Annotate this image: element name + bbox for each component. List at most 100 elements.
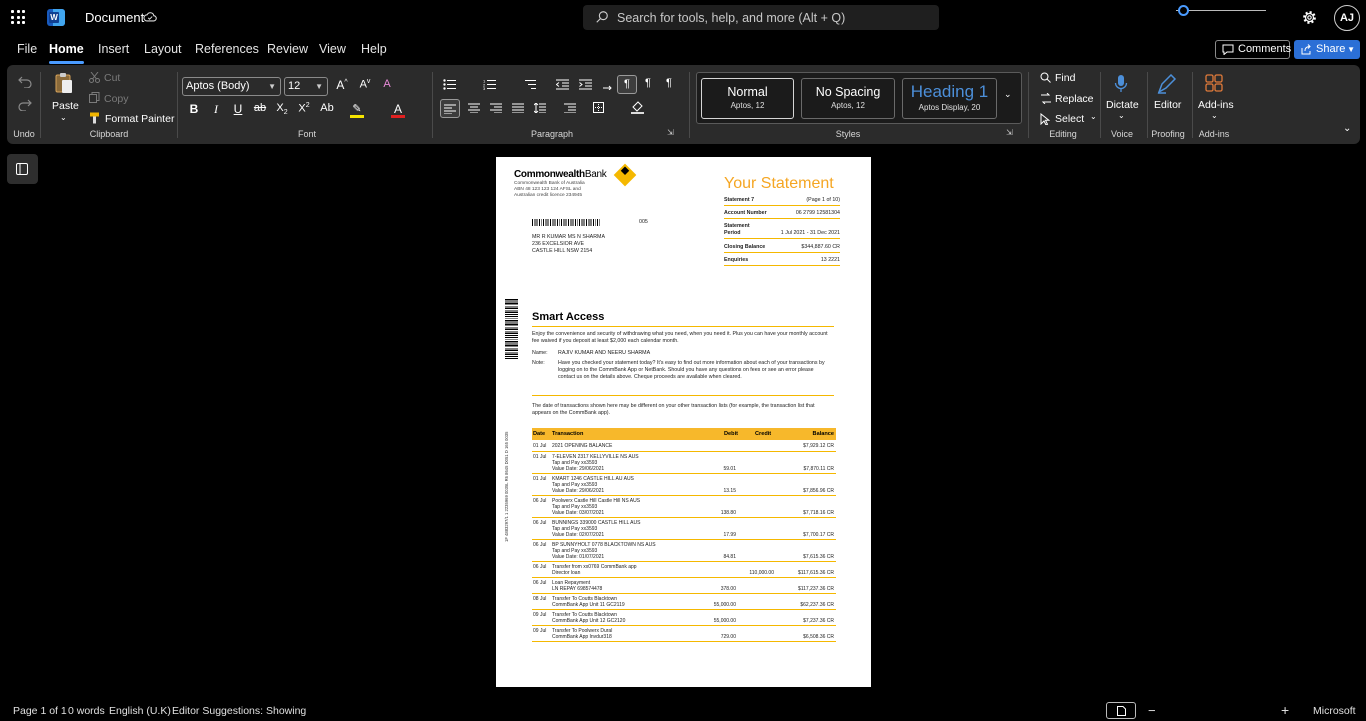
styles-dialog-launcher-icon[interactable]: ⇲	[1006, 128, 1013, 137]
style-normal[interactable]: Normal Aptos, 12	[701, 78, 794, 119]
pilcrow-icon[interactable]: ¶	[666, 77, 672, 89]
tab-review[interactable]: Review	[267, 42, 308, 56]
zoom-out-button[interactable]: −	[1148, 703, 1156, 718]
add-ins-icon[interactable]	[1205, 74, 1223, 92]
table-row: 01 Jul 7-ELEVEN 2317 KELLYVILLE NS AUS T…	[532, 452, 836, 474]
font-size-select[interactable]: 12 ▼	[284, 77, 328, 96]
style-no-spacing[interactable]: No Spacing Aptos, 12	[801, 78, 895, 119]
styles-group-label: Styles	[835, 129, 861, 139]
tab-home[interactable]: Home	[49, 42, 84, 64]
underline-icon[interactable]: U	[231, 102, 245, 116]
col-credit: Credit	[755, 431, 772, 437]
share-button[interactable]: Share ▼	[1294, 40, 1360, 59]
redo-icon[interactable]	[18, 99, 32, 111]
subscript-icon[interactable]: X2	[275, 102, 289, 116]
superscript-icon[interactable]: X2	[297, 102, 311, 115]
styles-expand-icon[interactable]: ⌄	[1004, 89, 1012, 100]
search-input[interactable]	[617, 5, 927, 30]
grow-font-icon[interactable]: A^	[335, 78, 349, 92]
bold-icon[interactable]: B	[187, 102, 201, 116]
shading-icon[interactable]	[631, 101, 644, 114]
align-right-icon[interactable]	[490, 103, 502, 113]
borders-icon[interactable]	[593, 102, 604, 113]
gear-icon[interactable]	[1301, 9, 1318, 26]
comments-button[interactable]: Comments	[1215, 40, 1291, 59]
avatar[interactable]: AJ	[1334, 5, 1360, 31]
tab-references[interactable]: References	[195, 42, 259, 56]
vertical-barcode	[505, 299, 518, 359]
paragraph-dialog-launcher-icon[interactable]: ⇲	[667, 128, 674, 137]
font-color-icon[interactable]: A	[391, 102, 405, 118]
document-title[interactable]: Document	[85, 10, 144, 25]
style-font: Aptos Display, 20	[918, 103, 981, 112]
navigation-pane-button[interactable]	[7, 154, 38, 184]
microphone-icon[interactable]	[1114, 74, 1128, 94]
select-button[interactable]: Select	[1055, 113, 1084, 125]
show-marks-icon[interactable]: ¶	[617, 75, 637, 94]
search-box[interactable]	[583, 5, 939, 30]
row-credit: 110,000.00	[749, 570, 774, 576]
share-label: Share	[1316, 43, 1346, 55]
numbering-icon[interactable]: 123	[483, 79, 496, 90]
paragraph-spacing-icon[interactable]	[564, 103, 576, 113]
line-spacing-icon[interactable]	[534, 103, 546, 113]
page-view-button[interactable]	[1106, 702, 1136, 719]
decrease-indent-icon[interactable]	[556, 79, 569, 90]
word-icon: W	[47, 9, 65, 26]
zoom-in-button[interactable]: +	[1281, 702, 1289, 718]
app-launcher-icon[interactable]	[11, 10, 25, 24]
zoom-slider-track[interactable]	[1176, 10, 1266, 11]
undo-icon[interactable]	[18, 76, 32, 88]
row-desc: Value Date: 02/07/2021	[552, 532, 605, 538]
dictate-button[interactable]: Dictate	[1106, 99, 1139, 111]
table-row: 06 Jul BP SUNNYHOLT 0778 BLACKTOWN NS AU…	[532, 540, 836, 562]
word-count[interactable]: 0 words	[68, 705, 105, 717]
paste-button[interactable]: Paste	[52, 100, 79, 112]
cut-button[interactable]: Cut	[104, 72, 120, 84]
language-indicator[interactable]: English (U.K)	[109, 705, 171, 717]
italic-icon[interactable]: I	[209, 102, 223, 117]
statement-heading: Your Statement	[724, 175, 834, 192]
tab-help[interactable]: Help	[361, 42, 387, 56]
editor-button[interactable]: Editor	[1154, 99, 1181, 111]
tab-view[interactable]: View	[319, 42, 346, 56]
rtl-icon[interactable]: ¶	[645, 77, 651, 89]
document-page[interactable]: CommonwealthBank Commonwealth Bank of Au…	[496, 157, 871, 687]
address-line: CASTLE HILL NSW 2154	[532, 248, 593, 254]
shrink-font-icon[interactable]: Av	[358, 78, 372, 91]
align-center-icon[interactable]	[468, 103, 480, 113]
change-case-icon[interactable]: Ab	[320, 102, 334, 114]
tab-insert[interactable]: Insert	[98, 42, 129, 56]
bullets-icon[interactable]	[443, 79, 456, 90]
tab-file[interactable]: File	[17, 42, 37, 56]
format-painter-button[interactable]: Format Painter	[105, 113, 174, 125]
font-name-select[interactable]: Aptos (Body) ▼	[182, 77, 281, 96]
style-heading-1[interactable]: Heading 1 Aptos Display, 20	[902, 78, 997, 119]
justify-icon[interactable]	[512, 103, 524, 113]
replace-button[interactable]: Replace	[1055, 93, 1094, 105]
ltr-icon[interactable]	[602, 79, 615, 90]
paragraph-group-label: Paragraph	[530, 129, 574, 139]
page-count[interactable]: Page 1 of 1	[13, 705, 67, 717]
strikethrough-icon[interactable]: ab	[253, 102, 267, 114]
highlight-icon[interactable]: ✎	[350, 102, 364, 118]
multilevel-list-icon[interactable]	[523, 79, 536, 90]
add-ins-button[interactable]: Add-ins	[1198, 99, 1234, 111]
row-date: 06 Jul	[533, 542, 547, 548]
col-transaction: Transaction	[552, 431, 584, 437]
zoom-slider-thumb[interactable]	[1178, 5, 1189, 16]
ribbon-collapse-icon[interactable]: ⌄	[1343, 123, 1351, 134]
clear-formatting-icon[interactable]: A	[380, 78, 394, 90]
find-button[interactable]: Find	[1055, 72, 1075, 84]
cloud-saved-icon[interactable]	[143, 10, 157, 24]
font-name-value: Aptos (Body)	[186, 80, 250, 92]
increase-indent-icon[interactable]	[579, 79, 592, 90]
paste-icon[interactable]	[54, 72, 74, 94]
table-row: 08 Jul Transfer To Coutts Blacktown Comm…	[532, 594, 836, 610]
align-left-icon[interactable]	[440, 99, 460, 118]
copy-button[interactable]: Copy	[104, 93, 129, 105]
editor-icon[interactable]	[1157, 74, 1177, 94]
chevron-down-icon[interactable]: ⌄	[60, 113, 67, 122]
editor-suggestions[interactable]: Editor Suggestions: Showing	[172, 705, 306, 717]
tab-layout[interactable]: Layout	[144, 42, 182, 56]
